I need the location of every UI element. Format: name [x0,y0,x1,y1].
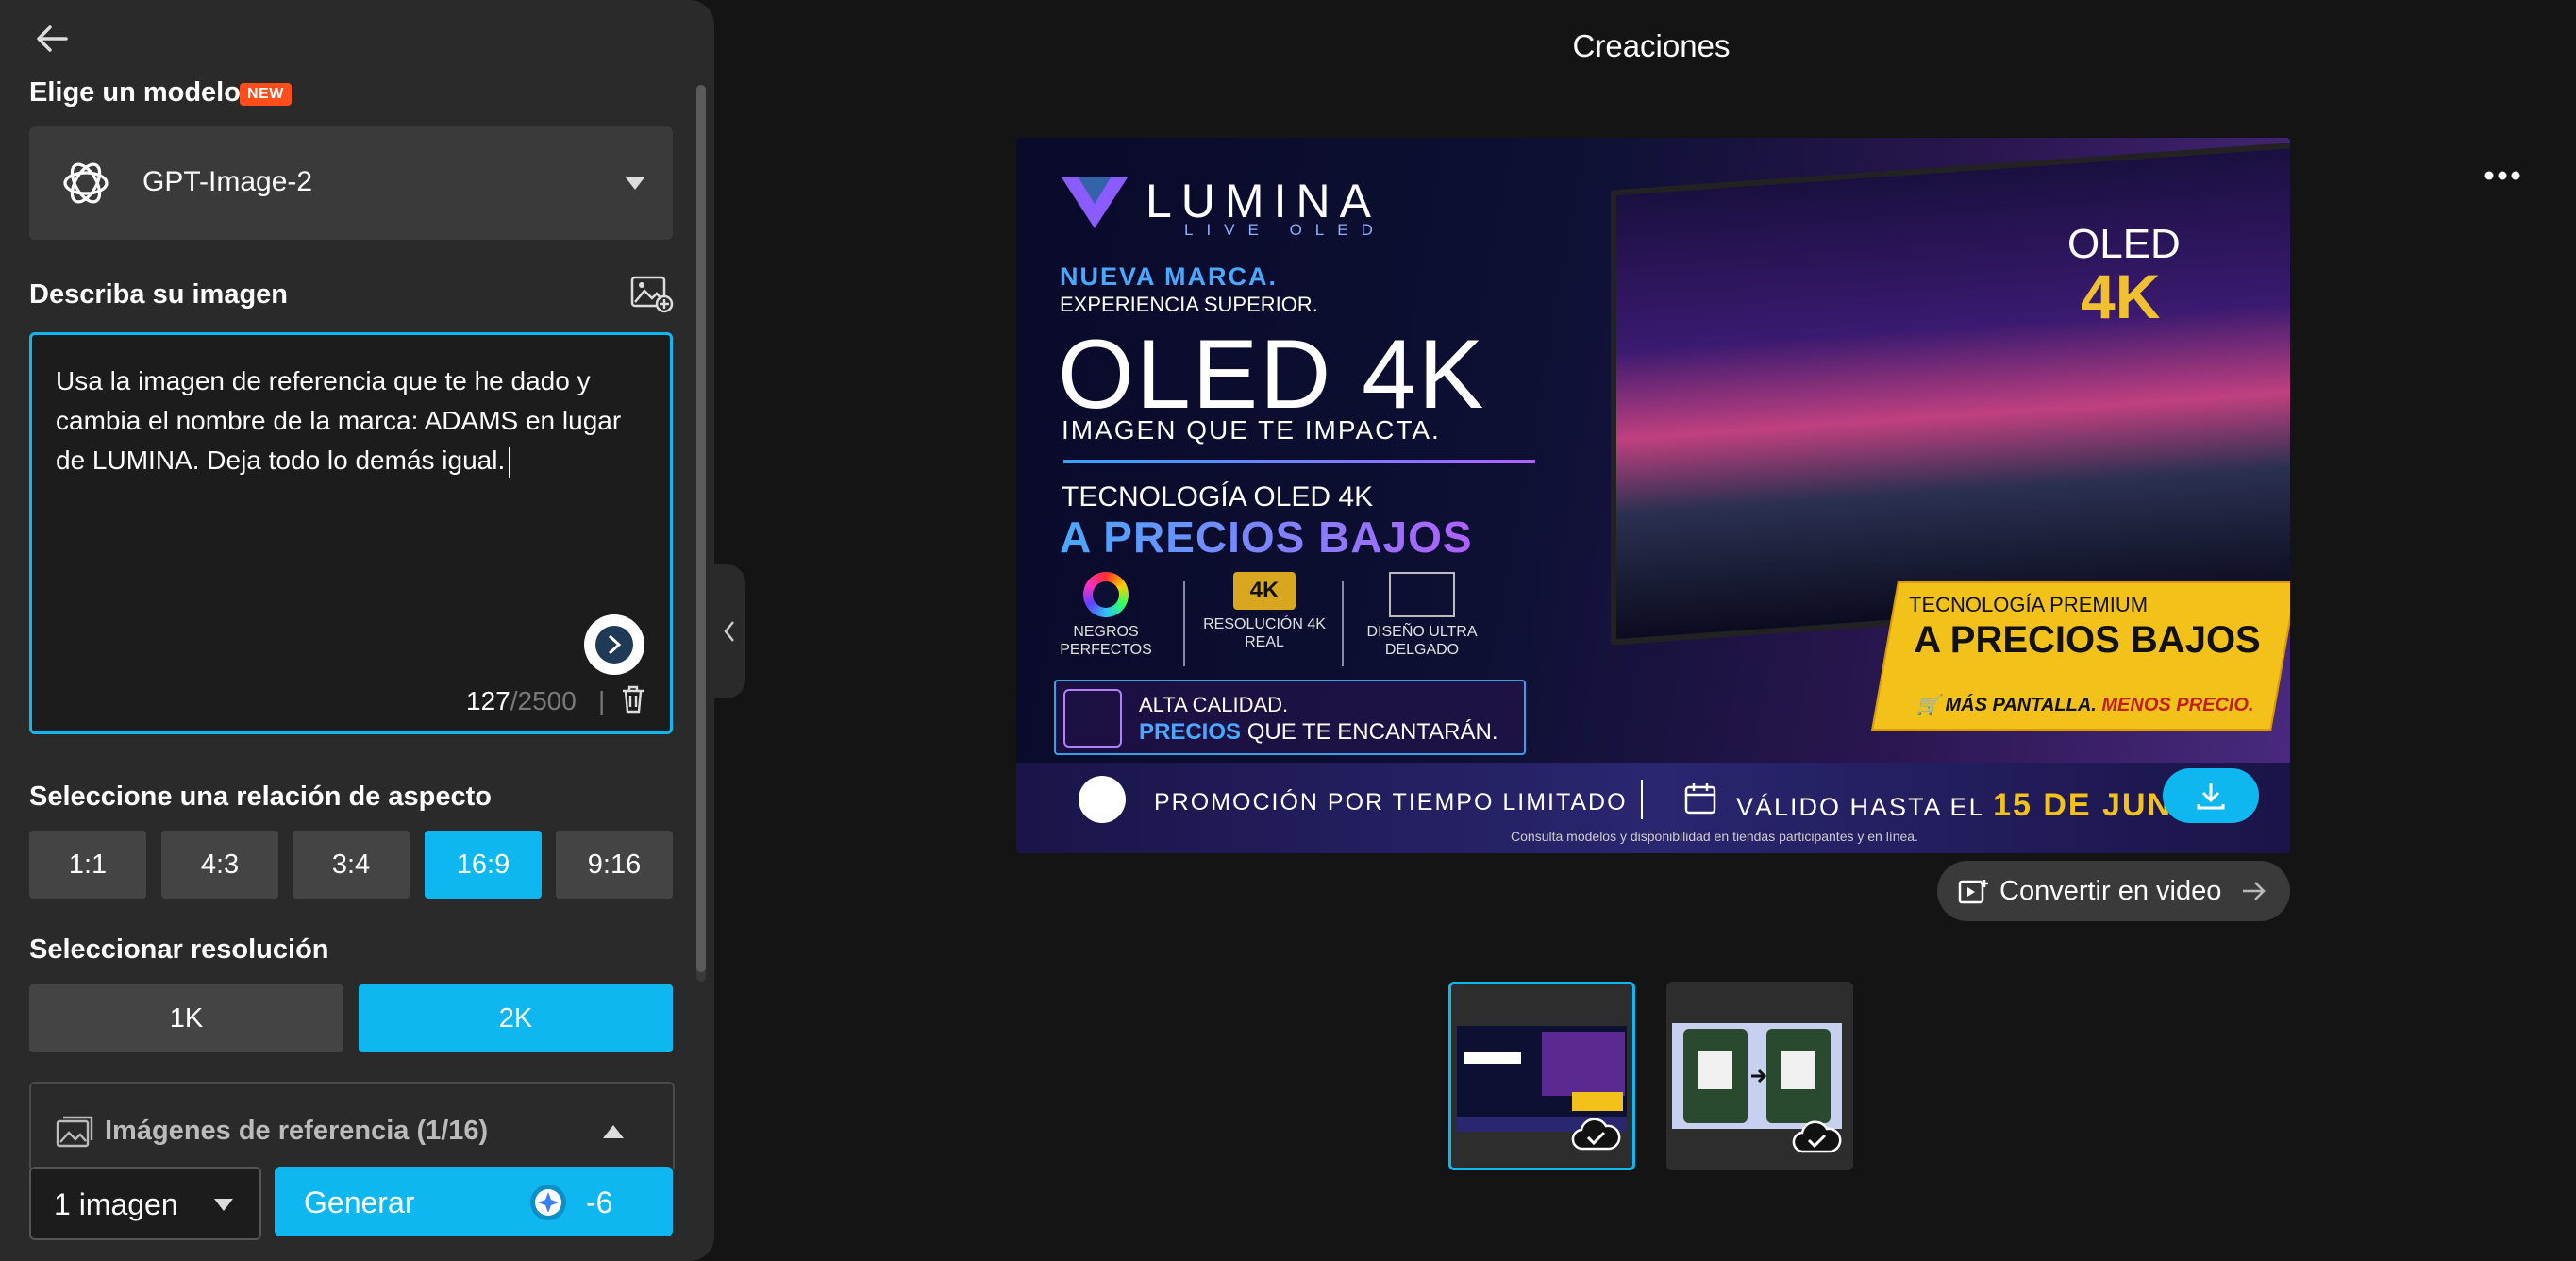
enhance-icon [595,626,633,664]
sidebar: Elige un modelo NEW GPT-Image-2 Describa… [0,0,714,1261]
prompt-textarea[interactable]: Usa la imagen de referencia que te he da… [29,332,673,734]
poster-kicker: NUEVA MARCA. [1060,262,1278,291]
poster-quality-box: ALTA CALIDAD. PRECIOS QUE TE ENCANTARÁN. [1054,680,1526,755]
calendar-icon [1079,776,1126,823]
openai-logo-icon [63,162,109,204]
feature-label: NEGROS PERFECTOS [1060,624,1152,658]
poster-feature-4k: 4K RESOLUCIÓN 4K REAL [1194,572,1335,651]
chevron-down-icon [214,1199,233,1211]
poster-footer2: VÁLIDO HASTA EL 15 DE JUN [1736,787,2172,824]
reference-images-panel[interactable]: Imágenes de referencia (1/16) [29,1082,675,1169]
poster-footer: PROMOCIÓN POR TIEMPO LIMITADO VÁLIDO HAS… [1016,763,2290,853]
poster-promo2: A PRECIOS BAJOS [1914,619,2261,661]
aspect-option-4-3[interactable]: 4:3 [161,831,278,899]
download-button[interactable] [2163,768,2259,823]
poster-divider [1183,581,1185,666]
aspect-option-16-9[interactable]: 16:9 [425,831,542,899]
cloud-check-icon [1571,1118,1621,1151]
quality-line1: ALTA CALIDAD. [1139,693,1289,716]
reference-images-label: Imágenes de referencia (1/16) [105,1116,489,1146]
trash-icon[interactable] [619,684,647,715]
download-icon [2197,783,2225,810]
poster-tv-image [1611,142,2290,646]
resolution-section-label: Seleccionar resolución [29,934,329,965]
video-icon [1958,880,1988,904]
slim-screen-icon [1389,572,1455,617]
thumbnail-image [1672,1023,1842,1129]
4k-badge-icon: 4K [1233,572,1296,610]
text-cursor [509,446,511,478]
collapse-sidebar-button[interactable] [713,564,745,698]
prompt-text: Usa la imagen de referencia que te he da… [56,366,622,475]
convert-to-video-button[interactable]: Convertir en video [1937,861,2290,921]
quality-line2: PRECIOS QUE TE ENCANTARÁN. [1139,719,1498,746]
image-count-select[interactable]: 1 imagen [29,1167,261,1240]
aspect-option-9-16[interactable]: 9:16 [556,831,673,899]
resolution-option-2k[interactable]: 2K [359,984,673,1052]
poster-tv-4k: 4K [2081,261,2161,331]
aspect-section-label: Seleccione una relación de aspecto [29,782,492,812]
enhance-prompt-button[interactable] [584,614,644,675]
prompt-section-label: Describa su imagen [29,279,288,310]
image-count-value: 1 imagen [54,1187,178,1221]
model-section-label: Elige un modelo [29,77,241,108]
generate-button[interactable]: Generar -6 [275,1167,673,1236]
char-counter: 127/2500 [466,686,577,716]
poster-divider [1342,581,1344,666]
convert-label: Convertir en video [1999,876,2222,906]
chevron-up-icon [603,1125,624,1138]
sidebar-scrollbar[interactable] [696,85,706,972]
quality-bold: PRECIOS [1139,719,1242,745]
poster-rule [1063,460,1535,463]
credit-icon [530,1185,566,1220]
poster-promo1: TECNOLOGÍA PREMIUM [1909,593,2149,616]
poster-footer-divider [1641,780,1643,819]
promo3-a: MÁS PANTALLA. [1945,695,2097,715]
images-icon [56,1116,93,1148]
generate-label: Generar [304,1185,415,1219]
more-options-icon[interactable] [2482,166,2523,185]
promo3-b: MENOS PRECIO. [2096,695,2254,715]
model-select[interactable]: GPT-Image-2 [29,126,673,240]
calendar-icon [1684,783,1716,815]
chevron-left-icon [724,621,734,642]
chevron-down-icon [626,177,644,190]
thumbnail-2[interactable] [1666,982,1853,1170]
poster-tech: TECNOLOGÍA OLED 4K [1062,481,1374,513]
brand-logo-icon [1062,177,1128,228]
thumbnail-1[interactable] [1448,982,1635,1170]
footer2-a: VÁLIDO HASTA EL [1736,793,1994,821]
poster-feature-slim: DISEÑO ULTRA DELGADO [1351,572,1493,659]
cloud-check-icon [1792,1120,1842,1153]
feature-label: RESOLUCIÓN 4K REAL [1203,616,1326,650]
arrow-right-icon [2243,882,2266,900]
poster-kicker2: EXPERIENCIA SUPERIOR. [1060,293,1318,316]
resolution-option-1k[interactable]: 1K [29,984,343,1052]
aspect-option-3-4[interactable]: 3:4 [293,831,410,899]
quality-rest: QUE TE ENCANTARÁN. [1241,719,1498,745]
char-max-value: /2500 [510,686,577,715]
generated-image[interactable]: LUMINA LIVE OLED NUEVA MARCA. EXPERIENCI… [1016,138,2290,853]
poster-subheadline: IMAGEN QUE TE IMPACTA. [1062,415,1441,445]
feature-label: DISEÑO ULTRA DELGADO [1366,624,1478,658]
model-name: GPT-Image-2 [142,166,313,197]
poster-feature-blacks: NEGROS PERFECTOS [1035,572,1177,659]
aspect-option-1-1[interactable]: 1:1 [29,831,146,899]
add-image-icon[interactable] [630,274,674,313]
poster-footer1: PROMOCIÓN POR TIEMPO LIMITADO [1154,789,1628,815]
credit-cost: -6 [586,1185,613,1219]
poster-promo3: 🛒 MÁS PANTALLA. MENOS PRECIO. [1916,695,2254,715]
char-separator: | [598,686,606,715]
page-title: Creaciones [1572,28,1731,63]
price-tag-icon [1063,689,1122,748]
footer2-b: 15 DE JUN [1993,787,2173,823]
poster-price: A PRECIOS BAJOS [1060,513,1473,562]
poster-footer3: Consulta modelos y disponibilidad en tie… [1511,829,1918,844]
color-ring-icon [1083,572,1129,617]
char-count-value: 127 [466,686,510,715]
new-badge: NEW [240,83,292,106]
poster-brand-sub: LIVE OLED [1184,221,1386,239]
back-arrow-icon[interactable] [34,21,70,57]
